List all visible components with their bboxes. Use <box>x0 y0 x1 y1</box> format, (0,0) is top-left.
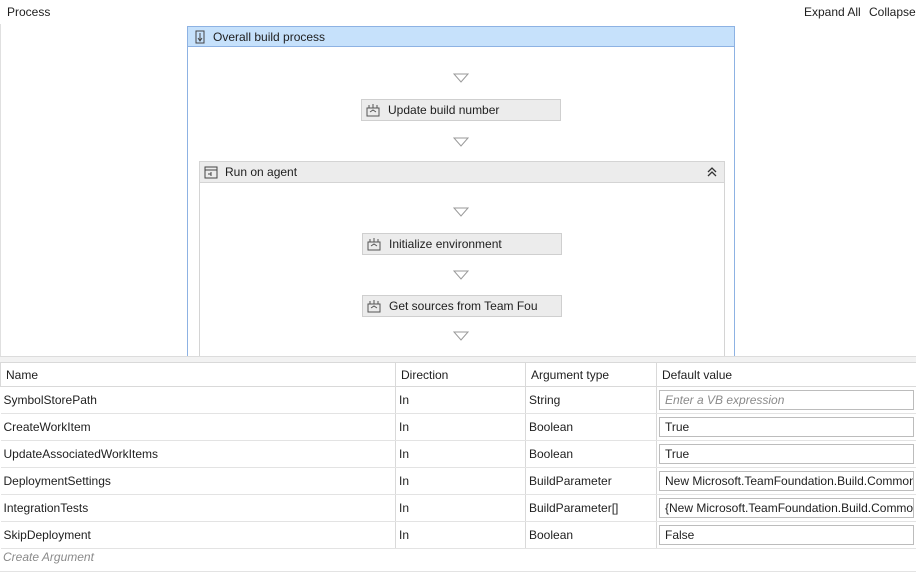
argument-name[interactable]: SymbolStorePath <box>0 386 396 414</box>
argument-type[interactable]: Boolean <box>525 521 657 549</box>
argument-name[interactable]: SkipDeployment <box>0 521 396 549</box>
workflow-designer-canvas[interactable]: Overall build process Update build numbe… <box>0 24 916 356</box>
table-row[interactable]: DeploymentSettings In BuildParameter New… <box>0 467 916 495</box>
argument-name[interactable]: DeploymentSettings <box>0 467 396 495</box>
sequence-header[interactable]: Run on agent <box>200 162 724 183</box>
drop-target-arrow[interactable] <box>453 137 469 147</box>
argument-direction[interactable]: In <box>395 386 526 414</box>
default-value-input[interactable]: True <box>659 444 914 464</box>
expand-all-button[interactable]: Expand All <box>804 5 861 19</box>
argument-direction[interactable]: In <box>395 413 526 441</box>
create-argument-row[interactable]: Create Argument <box>0 549 916 572</box>
argument-type[interactable]: BuildParameter <box>525 467 657 495</box>
default-value-input[interactable]: False <box>659 525 914 545</box>
drop-target-arrow[interactable] <box>453 331 469 341</box>
activity-label: Get sources from Team Fou <box>389 299 538 313</box>
column-header-argument-type[interactable]: Argument type <box>525 362 657 387</box>
default-value-input[interactable]: Enter a VB expression <box>659 390 914 410</box>
collapse-button[interactable]: Collapse <box>869 5 916 19</box>
activity-icon <box>366 104 380 117</box>
default-value-input[interactable]: {New Microsoft.TeamFoundation.Build.Comm… <box>659 498 914 518</box>
activity-update-build-number[interactable]: Update build number <box>361 99 561 121</box>
column-header-direction[interactable]: Direction <box>395 362 526 387</box>
collapse-chevron-icon[interactable] <box>706 166 718 178</box>
table-row[interactable]: IntegrationTests In BuildParameter[] {Ne… <box>0 494 916 522</box>
sequence-header[interactable]: Overall build process <box>188 27 734 47</box>
default-value-input[interactable]: True <box>659 417 914 437</box>
sequence-overall-build-process[interactable]: Overall build process Update build numbe… <box>187 26 735 356</box>
argument-direction[interactable]: In <box>395 521 526 549</box>
column-header-name[interactable]: Name <box>0 362 396 387</box>
activity-icon <box>367 238 381 251</box>
table-row[interactable]: CreateWorkItem In Boolean True <box>0 413 916 441</box>
sequence-icon <box>195 30 205 44</box>
argument-name[interactable]: CreateWorkItem <box>0 413 396 441</box>
argument-direction[interactable]: In <box>395 494 526 522</box>
grid-header-row: Name Direction Argument type Default val… <box>0 362 916 387</box>
agent-scope-icon <box>204 166 218 179</box>
breadcrumb[interactable]: Process <box>7 5 50 19</box>
argument-name[interactable]: UpdateAssociatedWorkItems <box>0 440 396 468</box>
argument-name[interactable]: IntegrationTests <box>0 494 396 522</box>
argument-type[interactable]: Boolean <box>525 413 657 441</box>
activity-label: Update build number <box>388 103 500 117</box>
activity-get-sources[interactable]: Get sources from Team Fou <box>362 295 562 317</box>
drop-target-arrow[interactable] <box>453 207 469 217</box>
arguments-grid: Name Direction Argument type Default val… <box>0 362 916 572</box>
activity-initialize-environment[interactable]: Initialize environment <box>362 233 562 255</box>
argument-type[interactable]: String <box>525 386 657 414</box>
drop-target-arrow[interactable] <box>453 73 469 83</box>
table-row[interactable]: SkipDeployment In Boolean False <box>0 521 916 549</box>
table-row[interactable]: UpdateAssociatedWorkItems In Boolean Tru… <box>0 440 916 468</box>
drop-target-arrow[interactable] <box>453 270 469 280</box>
default-value-input[interactable]: New Microsoft.TeamFoundation.Build.Commo… <box>659 471 914 491</box>
sequence-title: Overall build process <box>213 30 326 44</box>
sequence-run-on-agent[interactable]: Run on agent Initialize environment Get … <box>199 161 725 356</box>
activity-icon <box>367 300 381 313</box>
column-header-default-value[interactable]: Default value <box>656 362 916 387</box>
sequence-title: Run on agent <box>225 165 298 179</box>
designer-toolbar: Process Expand All Collapse <box>0 0 916 24</box>
argument-direction[interactable]: In <box>395 440 526 468</box>
argument-type[interactable]: Boolean <box>525 440 657 468</box>
table-row[interactable]: SymbolStorePath In String Enter a VB exp… <box>0 386 916 414</box>
activity-label: Initialize environment <box>389 237 502 251</box>
argument-type[interactable]: BuildParameter[] <box>525 494 657 522</box>
argument-direction[interactable]: In <box>395 467 526 495</box>
